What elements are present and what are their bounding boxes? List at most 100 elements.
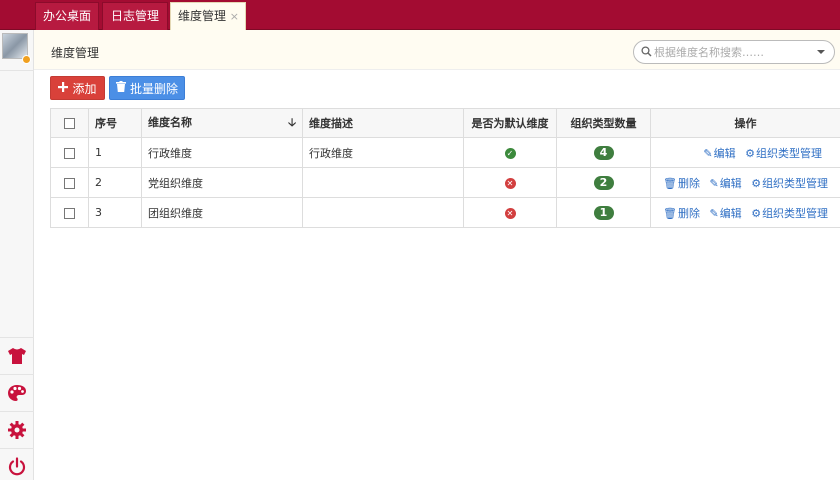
shirt-icon[interactable]	[0, 339, 34, 373]
trash-icon: 🗑	[663, 206, 677, 220]
cell-default: ✓	[463, 137, 557, 168]
plus-icon	[58, 81, 69, 95]
count-badge: 4	[593, 145, 614, 160]
search-icon	[641, 46, 652, 60]
cell-desc	[302, 197, 464, 228]
row-select[interactable]	[50, 167, 89, 198]
pencil-icon: ✎	[709, 176, 719, 190]
cross-circle-icon: ✕	[504, 177, 516, 189]
column-header-count: 组织类型数量	[556, 108, 651, 138]
org-type-link-label: 组织类型管理	[762, 176, 829, 190]
delete-link[interactable]: 🗑删除	[663, 207, 700, 220]
cell-count: 1	[556, 197, 651, 228]
table-row: 1 行政维度 行政维度 ✓ 4 ✎编辑 ⚙组织类型管理	[50, 137, 840, 168]
pencil-icon: ✎	[703, 146, 713, 160]
org-type-link[interactable]: ⚙组织类型管理	[745, 147, 822, 160]
check-circle-icon: ✓	[504, 147, 516, 159]
column-header-name-label: 维度名称	[148, 115, 192, 129]
trash-icon: 🗑	[663, 176, 677, 190]
table-row: 2 党组织维度 ✕ 2 🗑删除 ✎编辑 ⚙组织类型管理	[50, 167, 840, 198]
cell-count: 2	[556, 167, 651, 198]
cell-index: 3	[88, 197, 142, 228]
cell-actions: 🗑删除 ✎编辑 ⚙组织类型管理	[650, 167, 840, 198]
tab-label: 维度管理	[177, 9, 226, 23]
edit-link[interactable]: ✎编辑	[709, 207, 741, 220]
add-button-label: 添加	[72, 81, 97, 96]
cell-index: 1	[88, 137, 142, 168]
tab-log-management[interactable]: 日志管理	[102, 2, 168, 30]
org-type-link[interactable]: ⚙组织类型管理	[751, 177, 828, 190]
tab-label: 日志管理	[110, 9, 159, 23]
cell-desc	[302, 167, 464, 198]
gear-icon: ⚙	[745, 146, 755, 160]
divider	[0, 448, 34, 449]
divider	[0, 70, 34, 71]
page-title: 维度管理	[51, 46, 100, 60]
cell-default: ✕	[463, 167, 557, 198]
table-row: 3 团组织维度 ✕ 1 🗑删除 ✎编辑 ⚙组织类型管理	[50, 197, 840, 228]
org-type-link[interactable]: ⚙组织类型管理	[751, 207, 828, 220]
cell-desc: 行政维度	[302, 137, 464, 168]
header-select-all[interactable]	[50, 108, 89, 138]
gear-icon[interactable]	[0, 413, 34, 447]
status-badge	[22, 55, 31, 64]
column-header-desc: 维度描述	[302, 108, 464, 138]
column-header-actions: 操作	[650, 108, 840, 138]
divider	[0, 337, 34, 338]
divider	[0, 374, 34, 375]
divider	[0, 411, 34, 412]
gear-icon: ⚙	[751, 176, 762, 190]
edit-link-label: 编辑	[719, 176, 742, 190]
count-badge: 1	[593, 205, 614, 220]
cell-name: 党组织维度	[141, 167, 303, 198]
gear-icon: ⚙	[751, 206, 762, 220]
column-header-name[interactable]: 维度名称 🡣	[141, 108, 303, 138]
select-all-checkbox[interactable]	[64, 118, 75, 129]
delete-link[interactable]: 🗑删除	[663, 177, 700, 190]
search-box[interactable]	[633, 40, 835, 64]
org-type-link-label: 组织类型管理	[762, 206, 829, 220]
chevron-down-icon[interactable]	[817, 50, 825, 54]
tab-label: 办公桌面	[42, 9, 91, 23]
row-checkbox[interactable]	[64, 207, 75, 219]
sort-down-icon[interactable]: 🡣	[288, 114, 296, 133]
edit-link[interactable]: ✎编辑	[709, 177, 741, 190]
row-select[interactable]	[50, 197, 89, 228]
add-button[interactable]: 添加	[50, 76, 105, 100]
cell-default: ✕	[463, 197, 557, 228]
org-type-link-label: 组织类型管理	[756, 146, 822, 160]
edit-link-label: 编辑	[713, 146, 736, 160]
edit-link-label: 编辑	[719, 206, 742, 220]
palette-icon[interactable]	[0, 376, 34, 410]
delete-link-label: 删除	[677, 176, 700, 190]
row-checkbox[interactable]	[64, 147, 75, 159]
cell-count: 4	[556, 137, 651, 168]
search-input[interactable]	[654, 44, 809, 60]
cell-name: 团组织维度	[141, 197, 303, 228]
dimension-table: 序号 维度名称 🡣 维度描述 是否为默认维度 组织类型数量 操作 1 行政维度 行…	[50, 108, 840, 228]
trash-icon	[115, 81, 126, 95]
tab-office-desktop[interactable]: 办公桌面	[35, 2, 99, 30]
left-sidebar	[0, 30, 34, 480]
pencil-icon: ✎	[709, 206, 719, 220]
cell-actions: 🗑删除 ✎编辑 ⚙组织类型管理	[650, 197, 840, 228]
count-badge: 2	[593, 175, 614, 190]
row-select[interactable]	[50, 137, 89, 168]
delete-link-label: 删除	[677, 206, 700, 220]
power-icon[interactable]	[0, 450, 34, 480]
edit-link[interactable]: ✎编辑	[703, 147, 735, 160]
cell-index: 2	[88, 167, 142, 198]
column-header-index: 序号	[88, 108, 142, 138]
cell-actions: ✎编辑 ⚙组织类型管理	[650, 137, 840, 168]
cell-name: 行政维度	[141, 137, 303, 168]
batch-delete-button[interactable]: 批量删除	[109, 76, 185, 100]
table-header-row: 序号 维度名称 🡣 维度描述 是否为默认维度 组织类型数量 操作	[50, 108, 840, 138]
close-icon[interactable]: ×	[230, 3, 239, 30]
batch-delete-label: 批量删除	[129, 81, 178, 96]
top-tab-bar: 办公桌面 日志管理 维度管理 ×	[0, 0, 840, 30]
cross-circle-icon: ✕	[504, 207, 516, 219]
tab-dimension-management[interactable]: 维度管理 ×	[170, 2, 246, 30]
content-header: 维度管理	[34, 30, 840, 70]
column-header-default: 是否为默认维度	[463, 108, 557, 138]
row-checkbox[interactable]	[64, 177, 75, 189]
